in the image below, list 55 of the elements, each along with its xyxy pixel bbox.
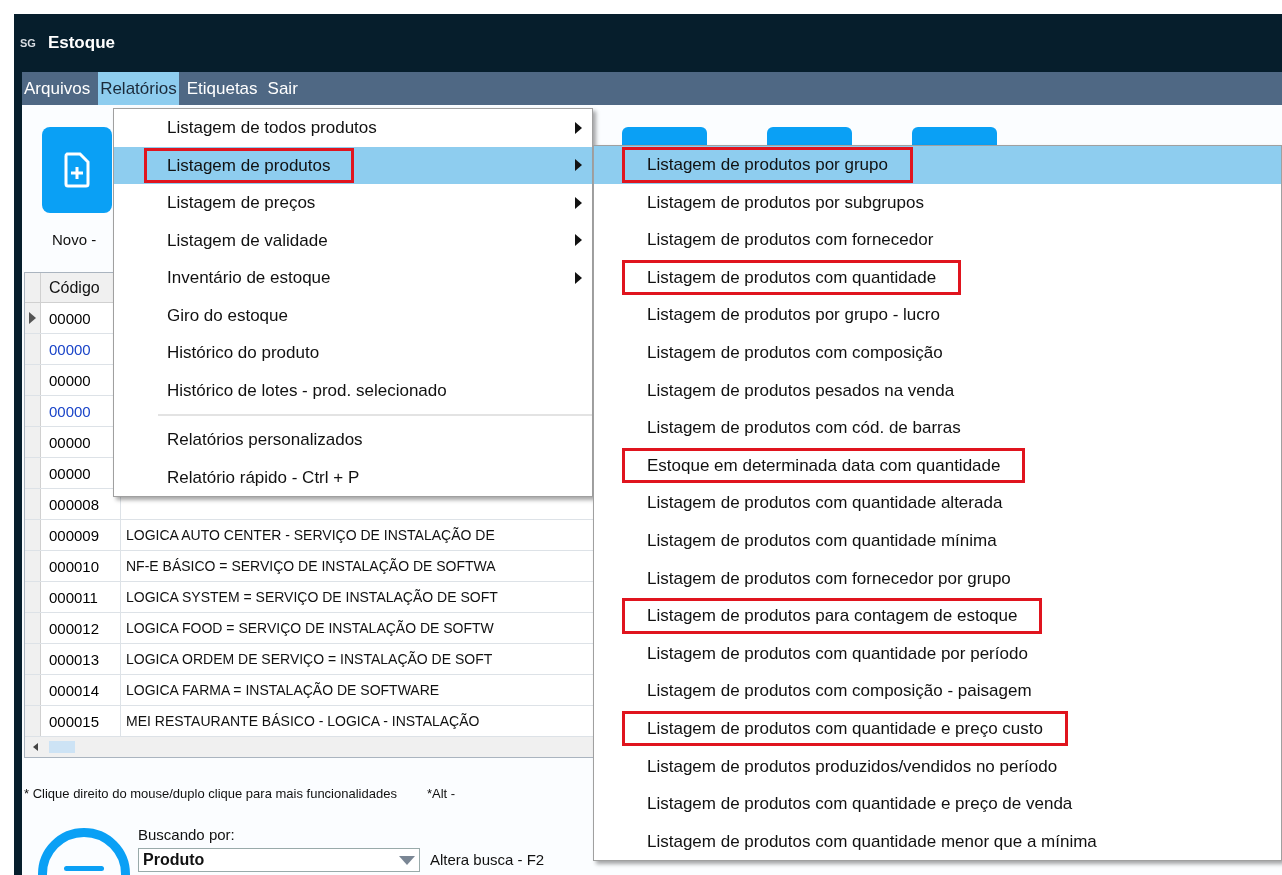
name-cell-text: MEI RESTAURANTE BÁSICO - LOGICA - INSTALAÇÃO — [125, 712, 481, 731]
menu-item[interactable]: Listagem de produtos por subgrupos — [594, 183, 1281, 222]
menu-item[interactable]: Listagem de preços — [114, 184, 592, 222]
menu-item[interactable]: Listagem de produtos por grupo - lucro — [594, 296, 1281, 334]
menu-item[interactable]: Listagem de produtos com fornecedor — [594, 221, 1281, 259]
menu-item[interactable]: Listagem de produtos — [114, 146, 592, 184]
menu-item[interactable]: Listagem de produtos pesados na venda — [594, 371, 1281, 410]
menu-item[interactable]: Inventário de estoque — [114, 259, 592, 297]
scrollbar-thumb[interactable] — [49, 741, 75, 753]
search-label: Buscando por: — [138, 824, 236, 845]
name-cell-text: LOGICA SYSTEM = SERVIÇO DE INSTALAÇÃO DE SOFT — [125, 588, 499, 607]
window-title: Estoque — [47, 32, 115, 55]
name-cell-text: LOGICA FARMA = INSTALAÇÃO DE SOFTWARE — [125, 681, 441, 700]
menu-item[interactable]: Listagem de produtos com composição — [594, 333, 1281, 372]
menu-bar-item[interactable]: Etiquetas — [184, 72, 260, 105]
name-cell-text: LOGICA AUTO CENTER - SERVIÇO DE INSTALAÇÃO DE — [125, 526, 496, 545]
menu-item[interactable]: Listagem de produtos produzidos/vendidos no período — [594, 747, 1281, 786]
menu-item[interactable]: Listagem de produtos com quantidade menor que a mínima — [594, 822, 1281, 861]
menu-item[interactable]: Listagem de produtos com cód. de barras — [594, 409, 1281, 447]
file-plus-icon — [64, 152, 90, 188]
code-cell: 000014 — [41, 675, 121, 705]
menu-item[interactable]: Listagem de produtos com quantidade mínima — [594, 521, 1281, 560]
menu-bar-item[interactable]: Sair — [265, 72, 300, 105]
menu-item[interactable]: Listagem de produtos com quantidade e preço de venda — [594, 785, 1281, 823]
row-pointer-icon — [29, 312, 36, 324]
code-cell: 000015 — [41, 706, 121, 736]
menu-item[interactable]: Listagem de validade — [114, 221, 592, 259]
app-logo: SG — [20, 35, 36, 51]
menu-bar-item[interactable]: Arquivos — [22, 72, 93, 105]
name-cell-text: LOGICA FOOD = SERVIÇO DE INSTALAÇÃO DE SOFTW — [125, 619, 495, 638]
dropdown-caret-icon — [399, 855, 415, 865]
name-cell-text: NF-E BÁSICO = SERVIÇO DE INSTALAÇÃO DE SOFTWA — [125, 557, 497, 576]
code-cell: 000013 — [41, 644, 121, 674]
code-cell: 000012 — [41, 613, 121, 643]
menu-item[interactable]: Listagem de produtos com composição - paisagem — [594, 672, 1281, 710]
menu-item[interactable]: Listagem de produtos com quantidade — [594, 258, 1281, 297]
hint-text: *Alt - — [426, 785, 456, 803]
code-cell: 000010 — [41, 551, 121, 581]
menu-item[interactable]: Listagem de produtos com quantidade por período — [594, 634, 1281, 673]
hint-text: * Clique direito do mouse/duplo clique para mais funcionalidades — [24, 785, 397, 803]
search-field[interactable]: Produto — [138, 848, 420, 872]
row-header[interactable] — [25, 303, 41, 333]
column-header: Código — [48, 278, 101, 298]
menu-item[interactable]: Listagem de produtos com quantidade alterada — [594, 484, 1281, 522]
code-cell: 000009 — [41, 520, 121, 550]
new-button[interactable] — [42, 127, 112, 213]
scroll-left-icon[interactable] — [31, 742, 41, 752]
name-cell-text: LOGICA ORDEM DE SERVIÇO = INSTALAÇÃO DE SOFT — [125, 650, 494, 669]
code-cell: 000011 — [41, 582, 121, 612]
menu-item[interactable]: Listagem de produtos por grupo — [594, 146, 1281, 184]
menu-item[interactable]: Listagem de produtos com fornecedor por grupo — [594, 559, 1281, 598]
new-label: Novo - — [51, 230, 97, 250]
menu-bar-item[interactable]: Relatórios — [98, 72, 179, 105]
shortcut-text: Altera busca - F2 — [430, 849, 545, 870]
menu-item[interactable]: Listagem de todos produtos — [114, 109, 592, 147]
